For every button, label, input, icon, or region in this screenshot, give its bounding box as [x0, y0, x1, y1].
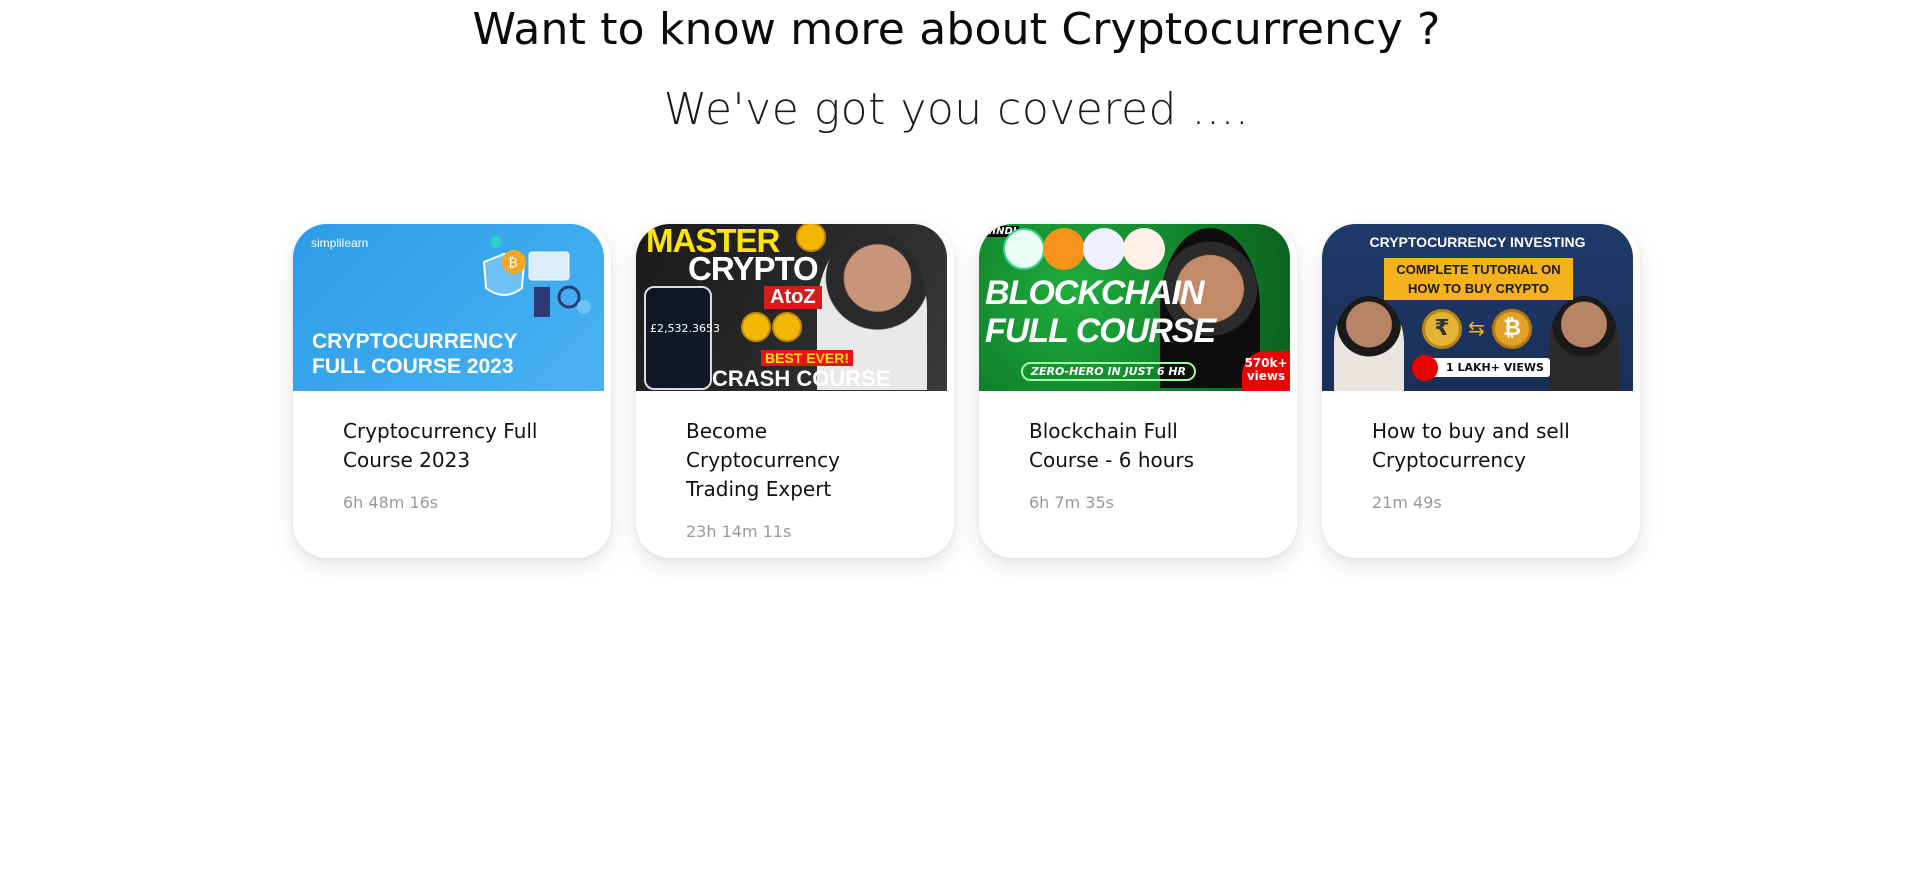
metamask-icon: [1123, 228, 1165, 270]
course-duration: 6h 48m 16s: [343, 493, 439, 512]
course-thumbnail[interactable]: CRYPTOCURRENCY INVESTING COMPLETE TUTORI…: [1322, 224, 1633, 391]
svg-text:₿: ₿: [508, 256, 518, 271]
thumbnail-headline-line1: BLOCKCHAIN: [985, 274, 1205, 312]
course-card[interactable]: £2,532.3653 MASTER CRYPTO AtoZ BEST EVER…: [636, 224, 954, 558]
swap-arrows-icon: ⇆: [1468, 316, 1485, 340]
page-subheading: We've got you covered ....: [663, 84, 1250, 135]
thumbnail-footer: CRASH COURSE: [712, 366, 891, 391]
thumbnail-headline-line2: FULL COURSE 2023: [312, 355, 514, 378]
thumbnail-ribbon: BEST EVER!: [761, 350, 854, 366]
course-duration: 23h 14m 11s: [686, 522, 792, 541]
bitcoin-coin-icon: [772, 312, 802, 342]
thumbnail-box-line2: HOW TO BUY CRYPTO: [1407, 281, 1550, 296]
course-card[interactable]: simplilearn ₿ CRYPTOCURRENCY FULL COURSE…: [293, 224, 611, 558]
thumbnail-badge: AtoZ: [764, 286, 822, 309]
course-title[interactable]: How to buy and sell Cryptocurrency: [1372, 417, 1590, 475]
course-cards: simplilearn ₿ CRYPTOCURRENCY FULL COURSE…: [293, 224, 1640, 558]
cardano-icon: [1003, 228, 1045, 270]
course-duration: 6h 7m 35s: [1029, 493, 1114, 512]
presenter-image: [1549, 296, 1619, 391]
views-label: views: [1246, 369, 1286, 383]
course-thumbnail[interactable]: HINDI BLOCKCHAIN FULL COURSE ZERO-HERO I…: [979, 224, 1290, 391]
views-badge: 570k+ views: [1242, 351, 1290, 391]
course-title[interactable]: Blockchain Full Course - 6 hours: [1029, 417, 1247, 475]
crypto-illustration-icon: ₿: [482, 236, 591, 317]
brand-logo: simplilearn: [311, 236, 369, 250]
thumbnail-box-line1: COMPLETE TUTORIAL ON: [1396, 262, 1561, 277]
bitcoin-coin-icon: ₿: [1492, 309, 1532, 349]
phone-balance: £2,532.3653: [650, 322, 720, 335]
course-duration: 21m 49s: [1372, 493, 1442, 512]
course-title[interactable]: Cryptocurrency Full Course 2023: [343, 417, 561, 475]
thumbnail-pill: ZERO-HERO IN JUST 6 HR: [1021, 362, 1197, 381]
course-card[interactable]: HINDI BLOCKCHAIN FULL COURSE ZERO-HERO I…: [979, 224, 1297, 558]
thumbnail-headline: BLOCKCHAIN FULL COURSE: [985, 274, 1216, 350]
presenter-image: [1334, 296, 1404, 391]
thumbnail-headline-line1: CRYPTOCURRENCY: [312, 330, 518, 353]
ethereum-icon: [1083, 228, 1125, 270]
tether-coin-icon: [741, 312, 771, 342]
course-thumbnail[interactable]: simplilearn ₿ CRYPTOCURRENCY FULL COURSE…: [293, 224, 604, 391]
course-title[interactable]: Become Cryptocurrency Trading Expert: [686, 417, 904, 504]
phone-mockup: £2,532.3653: [644, 286, 720, 390]
thumbnail-box: COMPLETE TUTORIAL ON HOW TO BUY CRYPTO: [1384, 258, 1573, 300]
thumbnail-line2: CRYPTO: [688, 250, 819, 287]
bitcoin-icon: [1043, 228, 1085, 270]
thumbnail-headline: CRYPTOCURRENCY FULL COURSE 2023: [312, 329, 517, 379]
page-heading: Want to know more about Cryptocurrency ?: [472, 4, 1441, 55]
course-card[interactable]: CRYPTOCURRENCY INVESTING COMPLETE TUTORI…: [1322, 224, 1640, 558]
youtube-play-icon: [1412, 355, 1438, 381]
rupee-coin-icon: ₹: [1422, 309, 1462, 349]
thumbnail-headline-line2: FULL COURSE: [985, 312, 1216, 350]
thumbnail-top-text: CRYPTOCURRENCY INVESTING: [1369, 234, 1586, 250]
gold-coin-icon: [796, 224, 826, 252]
course-thumbnail[interactable]: £2,532.3653 MASTER CRYPTO AtoZ BEST EVER…: [636, 224, 947, 391]
